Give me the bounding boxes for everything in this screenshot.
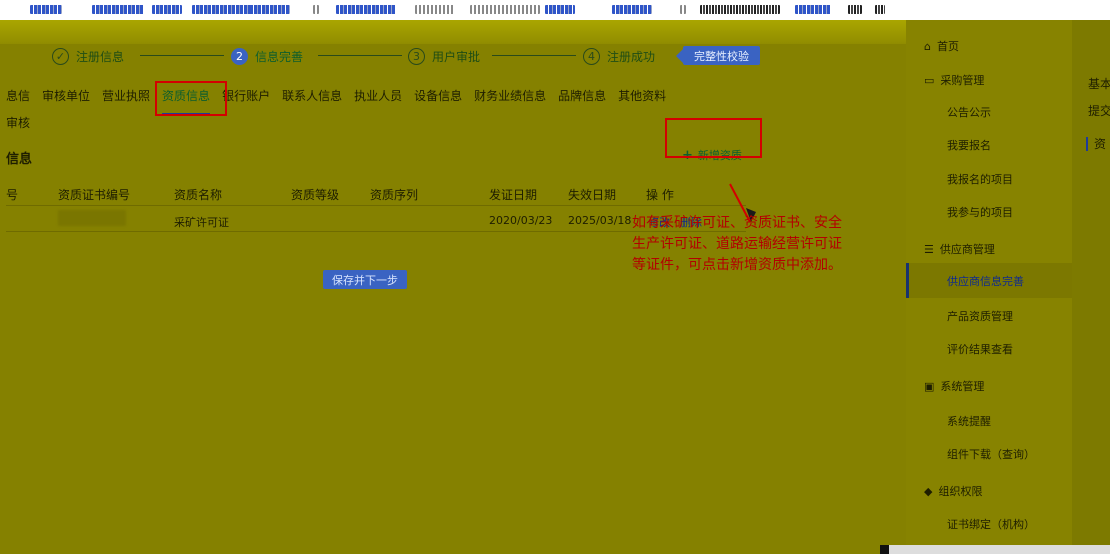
- step-2-number: 2: [231, 47, 248, 65]
- sidebar-section-label: 供应商管理: [939, 243, 995, 256]
- integrity-check-label: 完整性校验: [694, 49, 749, 63]
- column-header: 资质名称: [174, 188, 223, 202]
- column-header: 操 作: [646, 188, 674, 202]
- sidebar: ⌂ 首页 ▭ 采购管理 公告公示 我要报名 我报名的项目 我参与的项目 ☰ 供应商管理…: [906, 20, 1072, 554]
- sidebar-item-evaluation[interactable]: 评价结果查看: [947, 341, 1013, 357]
- tab-contacts[interactable]: 联系人信息: [282, 85, 342, 111]
- browser-menu-bar: [0, 0, 1110, 20]
- step-2-label: 信息完善: [255, 49, 304, 64]
- sidebar-item-product-qualification[interactable]: 产品资质管理: [947, 308, 1013, 324]
- tab-practitioners[interactable]: 执业人员: [354, 85, 402, 111]
- step-3-number: 3: [408, 47, 425, 65]
- monitor-icon: ▣: [924, 379, 935, 393]
- sidebar-item-my-projects[interactable]: 我参与的项目: [947, 204, 1013, 220]
- column-header: 资质等级: [291, 188, 340, 202]
- highlight-box-add: [665, 118, 762, 158]
- column-header: 失效日期: [568, 188, 617, 202]
- sidebar-section-system[interactable]: ▣ 系统管理: [924, 378, 984, 394]
- right-panel-text: 提交: [1088, 104, 1110, 118]
- sidebar-section-label: 组织权限: [938, 485, 983, 498]
- sidebar-item-downloads[interactable]: 组件下载（查询）: [947, 446, 1035, 462]
- clipboard-icon: ☰: [924, 242, 934, 256]
- step-3: 3 用户审批: [408, 44, 480, 68]
- sidebar-section-org[interactable]: ◆ 组织权限: [924, 483, 982, 499]
- tab-equipment[interactable]: 设备信息: [414, 85, 462, 111]
- column-header: 资质证书编号: [58, 188, 131, 202]
- expire-date: 2025/03/18: [568, 214, 632, 227]
- step-3-label: 用户审批: [432, 49, 481, 64]
- sidebar-section-label: 采购管理: [940, 74, 985, 87]
- save-next-button[interactable]: 保存并下一步: [323, 270, 407, 289]
- sidebar-home-label: 首页: [936, 40, 959, 53]
- sidebar-item-announcements[interactable]: 公告公示: [947, 104, 991, 120]
- tab-audit-unit[interactable]: 审核单位: [42, 85, 90, 111]
- pointer-arrow-icon: [676, 49, 683, 63]
- right-panel: 基本 提交 资: [1072, 20, 1110, 554]
- folder-icon: ▭: [924, 73, 935, 87]
- tab-review[interactable]: 审核: [6, 114, 30, 131]
- annotation-note: 如有采矿许可证、资质证书、安全生产许可证、道路运输经营许可证等证件，可点击新增资…: [632, 215, 842, 273]
- sidebar-item-supplier-info[interactable]: 供应商信息完善: [906, 263, 1072, 298]
- right-panel-text: 资: [1094, 137, 1107, 151]
- info-tabs: 息信 审核单位 营业执照 资质信息 银行账户 联系人信息 执业人员 设备信息 财…: [6, 85, 678, 115]
- column-header: 资质序列: [370, 188, 419, 202]
- step-connector: [318, 55, 402, 56]
- right-panel-text: 基本: [1088, 77, 1110, 91]
- check-icon: ✓: [52, 47, 69, 65]
- tab-info[interactable]: 息信: [6, 85, 30, 111]
- sidebar-section-procurement[interactable]: ▭ 采购管理: [924, 72, 984, 88]
- registration-steps: ✓ 注册信息 2 信息完善 3 用户审批 4 注册成功 完整性校验: [6, 44, 906, 68]
- step-4-number: 4: [583, 47, 600, 65]
- step-4: 4 注册成功: [583, 44, 655, 68]
- column-header: 号: [6, 188, 19, 202]
- sidebar-active-label: 供应商信息完善: [947, 275, 1024, 288]
- sidebar-item-register[interactable]: 我要报名: [947, 137, 991, 153]
- issue-date: 2020/03/23: [489, 214, 553, 227]
- tab-bank-account[interactable]: 银行账户: [222, 85, 270, 111]
- step-connector: [140, 55, 224, 56]
- bottom-scrollbar[interactable]: [880, 545, 1110, 554]
- step-connector: [492, 55, 576, 56]
- integrity-check-button[interactable]: 完整性校验: [676, 46, 760, 65]
- sidebar-item-my-registrations[interactable]: 我报名的项目: [947, 171, 1013, 187]
- redacted-certificate-number: [58, 210, 126, 226]
- step-1-label: 注册信息: [76, 49, 125, 64]
- home-icon: ⌂: [924, 39, 931, 53]
- sidebar-section-label: 系统管理: [940, 380, 985, 393]
- tab-business-license[interactable]: 营业执照: [102, 85, 150, 111]
- highlight-box-tab: [155, 81, 227, 116]
- section-title: 信息: [6, 152, 33, 167]
- sidebar-section-supplier[interactable]: ☰ 供应商管理: [924, 241, 995, 257]
- shield-icon: ◆: [924, 484, 933, 498]
- tab-brand[interactable]: 品牌信息: [558, 85, 606, 111]
- table-header: 号 资质证书编号 资质名称 资质等级 资质序列 发证日期 失效日期 操 作: [6, 183, 746, 206]
- tab-finance[interactable]: 财务业绩信息: [474, 85, 546, 111]
- step-4-label: 注册成功: [607, 49, 656, 64]
- right-panel-marker: [1086, 137, 1088, 151]
- main-content: ✓ 注册信息 2 信息完善 3 用户审批 4 注册成功 完整性校验 息信 审核单…: [6, 20, 906, 554]
- sidebar-item-cert-binding[interactable]: 证书绑定（机构）: [947, 516, 1035, 532]
- qualification-name: 采矿许可证: [174, 216, 229, 229]
- column-header: 发证日期: [489, 188, 538, 202]
- sidebar-item-reminders[interactable]: 系统提醒: [947, 413, 991, 429]
- step-2: 2 信息完善: [231, 44, 303, 68]
- tab-other[interactable]: 其他资料: [618, 85, 666, 111]
- step-1: ✓ 注册信息: [52, 44, 124, 68]
- sidebar-item-home[interactable]: ⌂ 首页: [924, 38, 959, 54]
